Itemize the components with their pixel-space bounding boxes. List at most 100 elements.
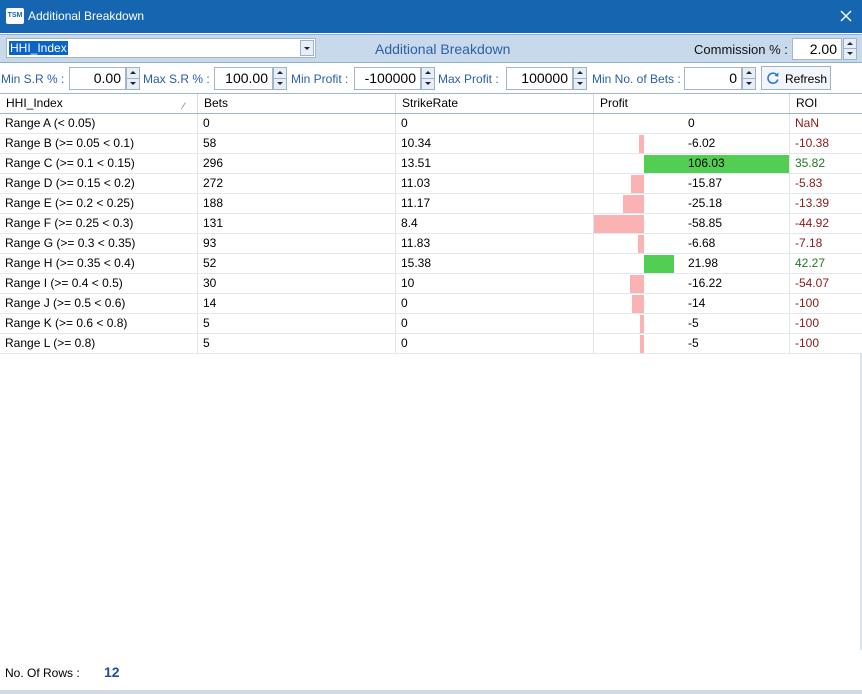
min-bets-input[interactable]: 0 bbox=[684, 67, 742, 90]
commission-label: Commission % : bbox=[694, 42, 788, 57]
profit-cell: -16.22 bbox=[594, 274, 790, 293]
profit-value-wrap: -58.85 bbox=[594, 214, 789, 233]
table-row[interactable]: Range C (>= 0.1 < 0.15) 296 13.51 106.03 35.… bbox=[0, 154, 862, 174]
roi-cell: -54.07 bbox=[795, 276, 830, 290]
profit-value: -16.22 bbox=[688, 276, 723, 290]
spin-down-icon[interactable] bbox=[844, 49, 856, 59]
index-cell: Range F (>= 0.25 < 0.3) bbox=[0, 214, 198, 233]
index-cell: Range L (>= 0.8) bbox=[0, 334, 198, 353]
max-sr-spinner[interactable] bbox=[273, 67, 287, 90]
roi-cell: 42.27 bbox=[795, 256, 826, 270]
table-row[interactable]: Range E (>= 0.2 < 0.25) 188 11.17 -25.18 -13… bbox=[0, 194, 862, 214]
max-profit-input[interactable]: 100000 bbox=[506, 67, 573, 90]
bets-cell: 188 bbox=[198, 194, 396, 213]
bets-cell: 93 bbox=[198, 234, 396, 253]
column-header-index[interactable]: HHI_Index ⁄ bbox=[0, 94, 198, 113]
bets-cell: 5 bbox=[198, 334, 396, 353]
roi-cell: -100 bbox=[795, 336, 820, 350]
profit-value: -58.85 bbox=[688, 216, 723, 230]
spin-down-icon[interactable] bbox=[743, 79, 755, 90]
refresh-button[interactable]: Refresh bbox=[761, 66, 831, 90]
roi-cell: -7.18 bbox=[795, 236, 823, 250]
profit-value-wrap: -5 bbox=[594, 314, 789, 333]
profit-cell: -6.68 bbox=[594, 234, 790, 253]
table-row[interactable]: Range L (>= 0.8) 5 0 -5 -100 bbox=[0, 334, 862, 354]
column-header-bets[interactable]: Bets bbox=[198, 94, 396, 113]
bets-cell: 30 bbox=[198, 274, 396, 293]
profit-value-wrap: -6.68 bbox=[594, 234, 789, 253]
table-row[interactable]: Range F (>= 0.25 < 0.3) 131 8.4 -58.85 -44.9… bbox=[0, 214, 862, 234]
strikerate-cell: 0 bbox=[396, 314, 594, 333]
table-header: HHI_Index ⁄ Bets StrikeRate Profit ROI bbox=[0, 93, 862, 114]
column-header-label: HHI_Index bbox=[6, 96, 63, 110]
table-row[interactable]: Range B (>= 0.05 < 0.1) 58 10.34 -6.02 -10.3… bbox=[0, 134, 862, 154]
strikerate-cell: 11.03 bbox=[396, 174, 594, 193]
roi-cell: 35.82 bbox=[795, 156, 826, 170]
max-sr-input[interactable]: 100.00 bbox=[214, 67, 273, 90]
breakdown-field-select[interactable]: HHI_Index bbox=[6, 38, 316, 58]
min-profit-input[interactable]: -100000 bbox=[354, 67, 421, 90]
spin-up-icon[interactable] bbox=[422, 68, 434, 79]
min-sr-spinner[interactable] bbox=[126, 67, 140, 90]
profit-value: -14 bbox=[688, 296, 706, 310]
profit-value: -15.87 bbox=[688, 176, 723, 190]
spin-down-icon[interactable] bbox=[127, 79, 139, 90]
bets-cell: 296 bbox=[198, 154, 396, 173]
close-icon[interactable] bbox=[836, 6, 856, 26]
strikerate-cell: 11.83 bbox=[396, 234, 594, 253]
spin-up-icon[interactable] bbox=[127, 68, 139, 79]
spin-down-icon[interactable] bbox=[422, 79, 434, 90]
min-sr-input[interactable]: 0.00 bbox=[69, 67, 126, 90]
profit-value: -25.18 bbox=[688, 196, 723, 210]
profit-value: -5 bbox=[688, 316, 699, 330]
profit-value: 106.03 bbox=[688, 156, 725, 170]
column-header-roi[interactable]: ROI bbox=[790, 94, 862, 113]
bets-cell: 58 bbox=[198, 134, 396, 153]
index-cell: Range G (>= 0.3 < 0.35) bbox=[0, 234, 198, 253]
commission-input[interactable]: 2.00 bbox=[792, 38, 842, 60]
refresh-label: Refresh bbox=[785, 72, 828, 86]
min-bets-spinner[interactable] bbox=[742, 67, 756, 90]
spin-up-icon[interactable] bbox=[574, 68, 586, 79]
chevron-down-icon[interactable] bbox=[300, 40, 314, 56]
spin-up-icon[interactable] bbox=[844, 39, 856, 49]
profit-cell: -25.18 bbox=[594, 194, 790, 213]
status-footer: No. Of Rows : 12 bbox=[0, 650, 862, 694]
window-bottom-edge bbox=[0, 690, 862, 694]
profit-value: -6.02 bbox=[688, 136, 716, 150]
index-cell: Range E (>= 0.2 < 0.25) bbox=[0, 194, 198, 213]
max-profit-spinner[interactable] bbox=[573, 67, 587, 90]
header-bar: HHI_Index Additional Breakdown Commissio… bbox=[0, 34, 862, 63]
table-row[interactable]: Range I (>= 0.4 < 0.5) 30 10 -16.22 -54.07 bbox=[0, 274, 862, 294]
profit-cell: -15.87 bbox=[594, 174, 790, 193]
commission-spinner[interactable] bbox=[843, 38, 857, 60]
table-row[interactable]: Range K (>= 0.6 < 0.8) 5 0 -5 -100 bbox=[0, 314, 862, 334]
index-cell: Range H (>= 0.35 < 0.4) bbox=[0, 254, 198, 273]
spin-down-icon[interactable] bbox=[574, 79, 586, 90]
profit-cell: -14 bbox=[594, 294, 790, 313]
profit-value: -5 bbox=[688, 336, 699, 350]
profit-value-wrap: -16.22 bbox=[594, 274, 789, 293]
spin-up-icon[interactable] bbox=[274, 68, 286, 79]
spin-up-icon[interactable] bbox=[743, 68, 755, 79]
roi-cell: -13.39 bbox=[795, 196, 830, 210]
table-row[interactable]: Range A (< 0.05) 0 0 0 NaN bbox=[0, 114, 862, 134]
profit-value: -6.68 bbox=[688, 236, 716, 250]
column-header-profit[interactable]: Profit bbox=[594, 94, 790, 113]
refresh-icon bbox=[767, 72, 779, 84]
column-header-strikerate[interactable]: StrikeRate bbox=[396, 94, 594, 113]
strikerate-cell: 8.4 bbox=[396, 214, 594, 233]
table-row[interactable]: Range J (>= 0.5 < 0.6) 14 0 -14 -100 bbox=[0, 294, 862, 314]
profit-cell: 106.03 bbox=[594, 154, 790, 173]
index-cell: Range I (>= 0.4 < 0.5) bbox=[0, 274, 198, 293]
page-title: Additional Breakdown bbox=[375, 41, 511, 57]
table-row[interactable]: Range H (>= 0.35 < 0.4) 52 15.38 21.98 42.27 bbox=[0, 254, 862, 274]
table-row[interactable]: Range G (>= 0.3 < 0.35) 93 11.83 -6.68 -7.18 bbox=[0, 234, 862, 254]
profit-value-wrap: -14 bbox=[594, 294, 789, 313]
strikerate-cell: 10.34 bbox=[396, 134, 594, 153]
strikerate-cell: 15.38 bbox=[396, 254, 594, 273]
min-profit-spinner[interactable] bbox=[421, 67, 435, 90]
table-row[interactable]: Range D (>= 0.15 < 0.2) 272 11.03 -15.87 -5.… bbox=[0, 174, 862, 194]
spin-down-icon[interactable] bbox=[274, 79, 286, 90]
bets-cell: 131 bbox=[198, 214, 396, 233]
